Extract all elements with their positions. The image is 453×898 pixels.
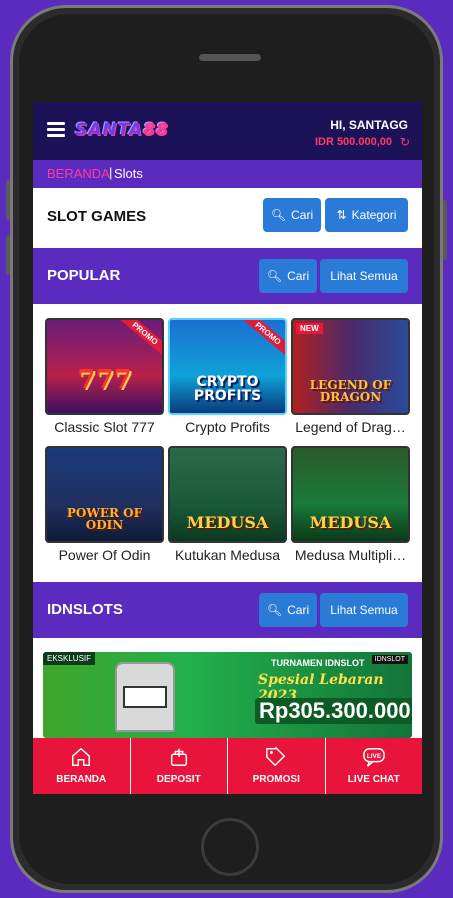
game-card[interactable]: LEGEND OF DRAGON NEW Legend of Drag… [291,318,410,435]
idnslots-header: IDNSLOTS 🔍︎ Cari Lihat Semua [33,582,422,638]
popular-header: POPULAR 🔍︎ Cari Lihat Semua [33,248,422,304]
banner-prize: Rp305.300.000 [255,698,412,724]
game-thumbnail[interactable]: 777 PROMO [45,318,164,415]
game-card[interactable]: CRYPTO PROFITS PROMO Crypto Profits [168,318,287,435]
idnslots-see-all-button[interactable]: Lihat Semua [320,593,408,627]
section-title: POPULAR [47,267,121,284]
nav-beranda[interactable]: BERANDA [33,738,131,794]
new-badge: NEW [296,323,323,334]
search-icon: 🔍︎ [266,603,283,617]
popular-see-all-button[interactable]: Lihat Semua [320,259,408,293]
nav-deposit[interactable]: DEPOSIT [131,738,228,794]
tournament-banner[interactable]: EKSKLUSIF IDNSLOT TURNAMEN IDNSLOT Spesi… [43,652,412,738]
phone-power-button [443,200,447,260]
breadcrumb-current: Slots [114,166,143,181]
live-chat-icon: LIVE [362,748,385,767]
game-card[interactable]: POWER OF ODIN Power Of Odin [45,446,164,563]
game-name: Power Of Odin [58,547,151,563]
game-card[interactable]: MEDUSA Kutukan Medusa [168,446,287,563]
sort-icon: ⇅ [336,208,347,222]
popular-search-button[interactable]: 🔍︎ Cari [259,259,317,293]
game-thumbnail[interactable]: MEDUSA [168,446,287,543]
search-icon: 🔍︎ [266,269,283,283]
promo-icon [266,746,286,767]
banner-headline: TURNAMEN IDNSLOT [271,658,365,668]
game-thumbnail[interactable]: POWER OF ODIN [45,446,164,543]
nav-promosi[interactable]: PROMOSI [228,738,326,794]
breadcrumb-separator: | [109,165,113,180]
game-thumbnail[interactable]: LEGEND OF DRAGON NEW [291,318,410,415]
slot-machine-icon [115,662,175,732]
deposit-icon [170,748,187,766]
phone-speaker [199,54,261,61]
menu-icon[interactable] [47,122,65,138]
svg-text:LIVE: LIVE [367,753,382,760]
app-screen: SANTA88 HI, SANTAGG IDR 500.000,00 ↻ BER… [33,102,422,794]
section-title: SLOT GAMES [47,208,147,225]
idnslots-search-button[interactable]: 🔍︎ Cari [259,593,317,627]
breadcrumb: BERANDA | Slots [33,160,422,188]
game-name: Kutukan Medusa [174,547,281,563]
game-name: Medusa Multipli… [294,547,407,563]
game-name: Legend of Drag… [295,419,406,435]
idnslot-brand: IDNSLOT [371,655,408,664]
game-name: Crypto Profits [185,419,270,435]
promo-badge: PROMO [114,320,162,361]
slot-search-button[interactable]: 🔍︎ Cari [263,198,321,232]
bottom-nav: BERANDA DEPOSIT PROMOSI LIVE LIVE CHAT [33,738,422,794]
exclusive-tag: EKSKLUSIF [43,652,96,665]
slot-games-header: SLOT GAMES 🔍︎ Cari ⇅ Kategori [33,188,422,248]
search-icon: 🔍︎ [270,208,287,222]
section-title: IDNSLOTS [47,601,123,618]
game-name: Classic Slot 777 [54,419,155,435]
home-icon [72,747,91,766]
game-thumbnail[interactable]: MEDUSA [291,446,410,543]
refresh-icon[interactable]: ↻ [400,135,410,149]
user-balance: IDR 500.000,00 [314,136,392,148]
category-button[interactable]: ⇅ Kategori [325,198,408,232]
game-thumbnail[interactable]: CRYPTO PROFITS PROMO [168,318,287,415]
top-bar: SANTA88 HI, SANTAGG IDR 500.000,00 ↻ [33,102,422,160]
phone-home-button[interactable] [201,818,259,876]
breadcrumb-home-link[interactable]: BERANDA [47,166,110,181]
promo-badge: PROMO [237,320,285,361]
game-card[interactable]: 777 PROMO Classic Slot 777 [45,318,164,435]
user-greeting[interactable]: HI, SANTAGG [330,118,408,132]
popular-games-grid: 777 PROMO Classic Slot 777 CRYPTO PROFIT… [33,304,422,582]
site-logo[interactable]: SANTA88 [75,120,169,140]
nav-live-chat[interactable]: LIVE LIVE CHAT [326,738,423,794]
game-card[interactable]: MEDUSA Medusa Multipli… [291,446,410,563]
